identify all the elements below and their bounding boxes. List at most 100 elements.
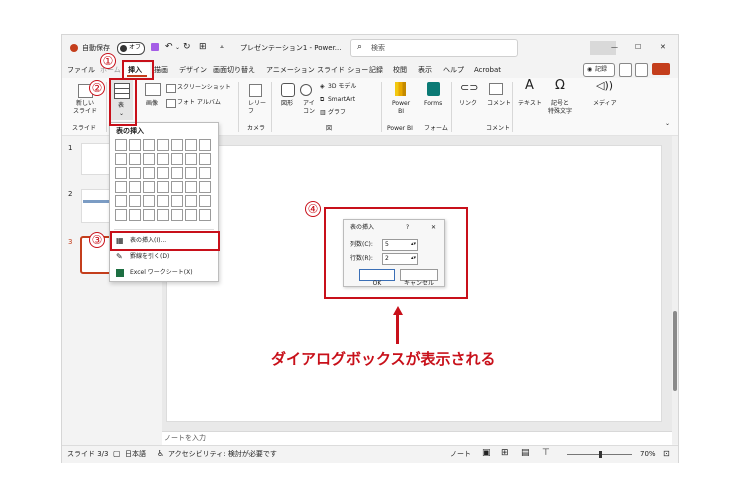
save-icon[interactable] — [151, 43, 159, 51]
grid-cell[interactable] — [129, 153, 141, 165]
table-size-grid[interactable] — [115, 139, 213, 223]
cancel-button[interactable]: キャンセル — [400, 269, 438, 287]
spellcheck-icon[interactable]: ▢ — [113, 449, 121, 458]
grid-cell[interactable] — [185, 209, 197, 221]
slideshow-view-icon[interactable]: ⊤ — [542, 449, 550, 458]
grid-cell[interactable] — [171, 139, 183, 151]
grid-cell[interactable] — [115, 167, 127, 179]
grid-cell[interactable] — [171, 181, 183, 193]
minimize-button[interactable]: — — [611, 43, 618, 52]
search-box[interactable]: ⌕ 検索 — [350, 39, 518, 57]
grid-cell[interactable] — [185, 195, 197, 207]
shapes-button[interactable]: 図形 — [281, 100, 293, 108]
chart-icon[interactable]: ▥ — [320, 109, 326, 117]
shapes-icon[interactable] — [281, 83, 295, 97]
grid-cell[interactable] — [143, 209, 155, 221]
tab-review[interactable]: 校閲 — [393, 66, 407, 75]
smartart-icon[interactable]: ⧉ — [320, 96, 324, 104]
autosave-toggle[interactable]: オフ — [117, 42, 145, 55]
grid-cell[interactable] — [143, 139, 155, 151]
zoom-slider[interactable] — [567, 451, 632, 458]
grid-cell[interactable] — [157, 209, 169, 221]
fit-slide-icon[interactable]: ⊡ — [663, 449, 670, 458]
tab-help[interactable]: ヘルプ — [443, 66, 464, 75]
menu-item-draw-table[interactable]: ✎ 罫線を引く(D) — [113, 250, 215, 264]
tab-draw[interactable]: 描画 — [154, 66, 168, 75]
normal-view-icon[interactable]: ▣ — [482, 449, 491, 458]
grid-cell[interactable] — [171, 195, 183, 207]
accessibility-status[interactable]: アクセシビリティ: 検討が必要です — [168, 450, 277, 459]
tab-animations[interactable]: アニメーション — [266, 66, 315, 75]
notes-toggle[interactable]: ノート — [450, 450, 471, 459]
comment-button[interactable]: コメント — [487, 100, 511, 108]
maximize-button[interactable]: ☐ — [635, 43, 641, 52]
icons-icon[interactable] — [300, 84, 312, 96]
grid-cell[interactable] — [171, 153, 183, 165]
camera-icon[interactable] — [619, 63, 632, 77]
cameo-button[interactable]: レリー フ — [248, 100, 266, 116]
image-button[interactable]: 画像 — [146, 100, 158, 108]
forms-icon[interactable] — [427, 82, 440, 96]
start-slideshow-icon[interactable]: ⊞ — [199, 43, 207, 52]
vertical-scrollbar[interactable] — [672, 136, 678, 444]
ribbon-collapse-icon[interactable]: ⌄ — [665, 120, 670, 128]
comment-icon[interactable] — [489, 83, 503, 95]
comments-icon[interactable] — [635, 63, 648, 77]
ok-button[interactable]: OK — [359, 269, 395, 287]
new-slide-button[interactable]: 新しい スライド — [73, 100, 97, 116]
grid-cell[interactable] — [143, 167, 155, 179]
grid-cell[interactable] — [199, 181, 211, 193]
grid-cell[interactable] — [185, 153, 197, 165]
language[interactable]: 日本語 — [125, 450, 146, 459]
tab-transitions[interactable]: 画面切り替え — [213, 66, 255, 75]
grid-cell[interactable] — [129, 209, 141, 221]
tab-record[interactable]: 記録 — [369, 66, 383, 75]
undo-icon[interactable]: ↶ — [165, 43, 173, 52]
chart-button[interactable]: グラフ — [328, 109, 346, 117]
grid-cell[interactable] — [199, 153, 211, 165]
accessibility-icon[interactable]: ♿ — [157, 449, 164, 458]
grid-cell[interactable] — [115, 195, 127, 207]
grid-cell[interactable] — [199, 195, 211, 207]
grid-cell[interactable] — [185, 167, 197, 179]
record-button[interactable]: ◉ 記録 — [583, 63, 615, 77]
link-button[interactable]: リンク — [459, 100, 477, 108]
tab-acrobat[interactable]: Acrobat — [474, 66, 501, 75]
text-icon[interactable]: A — [525, 79, 534, 92]
grid-cell[interactable] — [157, 167, 169, 179]
spinner-icon[interactable]: ▴▾ — [411, 254, 416, 262]
grid-cell[interactable] — [157, 139, 169, 151]
scroll-thumb[interactable] — [673, 311, 677, 391]
close-button[interactable]: ✕ — [660, 43, 666, 52]
powerbi-icon[interactable] — [395, 82, 406, 96]
image-icon[interactable] — [145, 83, 161, 96]
grid-cell[interactable] — [199, 167, 211, 179]
grid-cell[interactable] — [157, 195, 169, 207]
symbol-button[interactable]: 記号と 特殊文字 — [548, 100, 572, 116]
forms-button[interactable]: Forms — [424, 100, 442, 108]
grid-cell[interactable] — [129, 139, 141, 151]
photo-album-button[interactable]: フォト アルバム — [177, 99, 221, 107]
grid-cell[interactable] — [129, 167, 141, 179]
icons-button[interactable]: アイ コン — [303, 100, 315, 116]
notes-pane[interactable]: ノートを入力 — [162, 431, 672, 445]
share-icon[interactable] — [652, 63, 670, 75]
text-button[interactable]: テキスト — [518, 100, 542, 108]
photo-album-icon[interactable] — [166, 99, 176, 108]
grid-cell[interactable] — [115, 139, 127, 151]
grid-cell[interactable] — [115, 181, 127, 193]
grid-cell[interactable] — [157, 153, 169, 165]
screenshot-icon[interactable] — [166, 84, 176, 93]
undo-dropdown-icon[interactable]: ⌄ — [175, 43, 180, 52]
powerbi-button[interactable]: Power BI — [392, 100, 410, 116]
grid-cell[interactable] — [143, 181, 155, 193]
grid-cell[interactable] — [143, 153, 155, 165]
symbol-icon[interactable]: Ω — [555, 79, 565, 92]
link-icon[interactable]: ⊂⊃ — [460, 82, 478, 93]
grid-cell[interactable] — [185, 139, 197, 151]
media-icon[interactable]: ◁)) — [596, 80, 613, 91]
dialog-help-button[interactable]: ? — [406, 224, 409, 232]
grid-cell[interactable] — [115, 209, 127, 221]
cameo-icon[interactable] — [249, 84, 262, 97]
grid-cell[interactable] — [171, 209, 183, 221]
